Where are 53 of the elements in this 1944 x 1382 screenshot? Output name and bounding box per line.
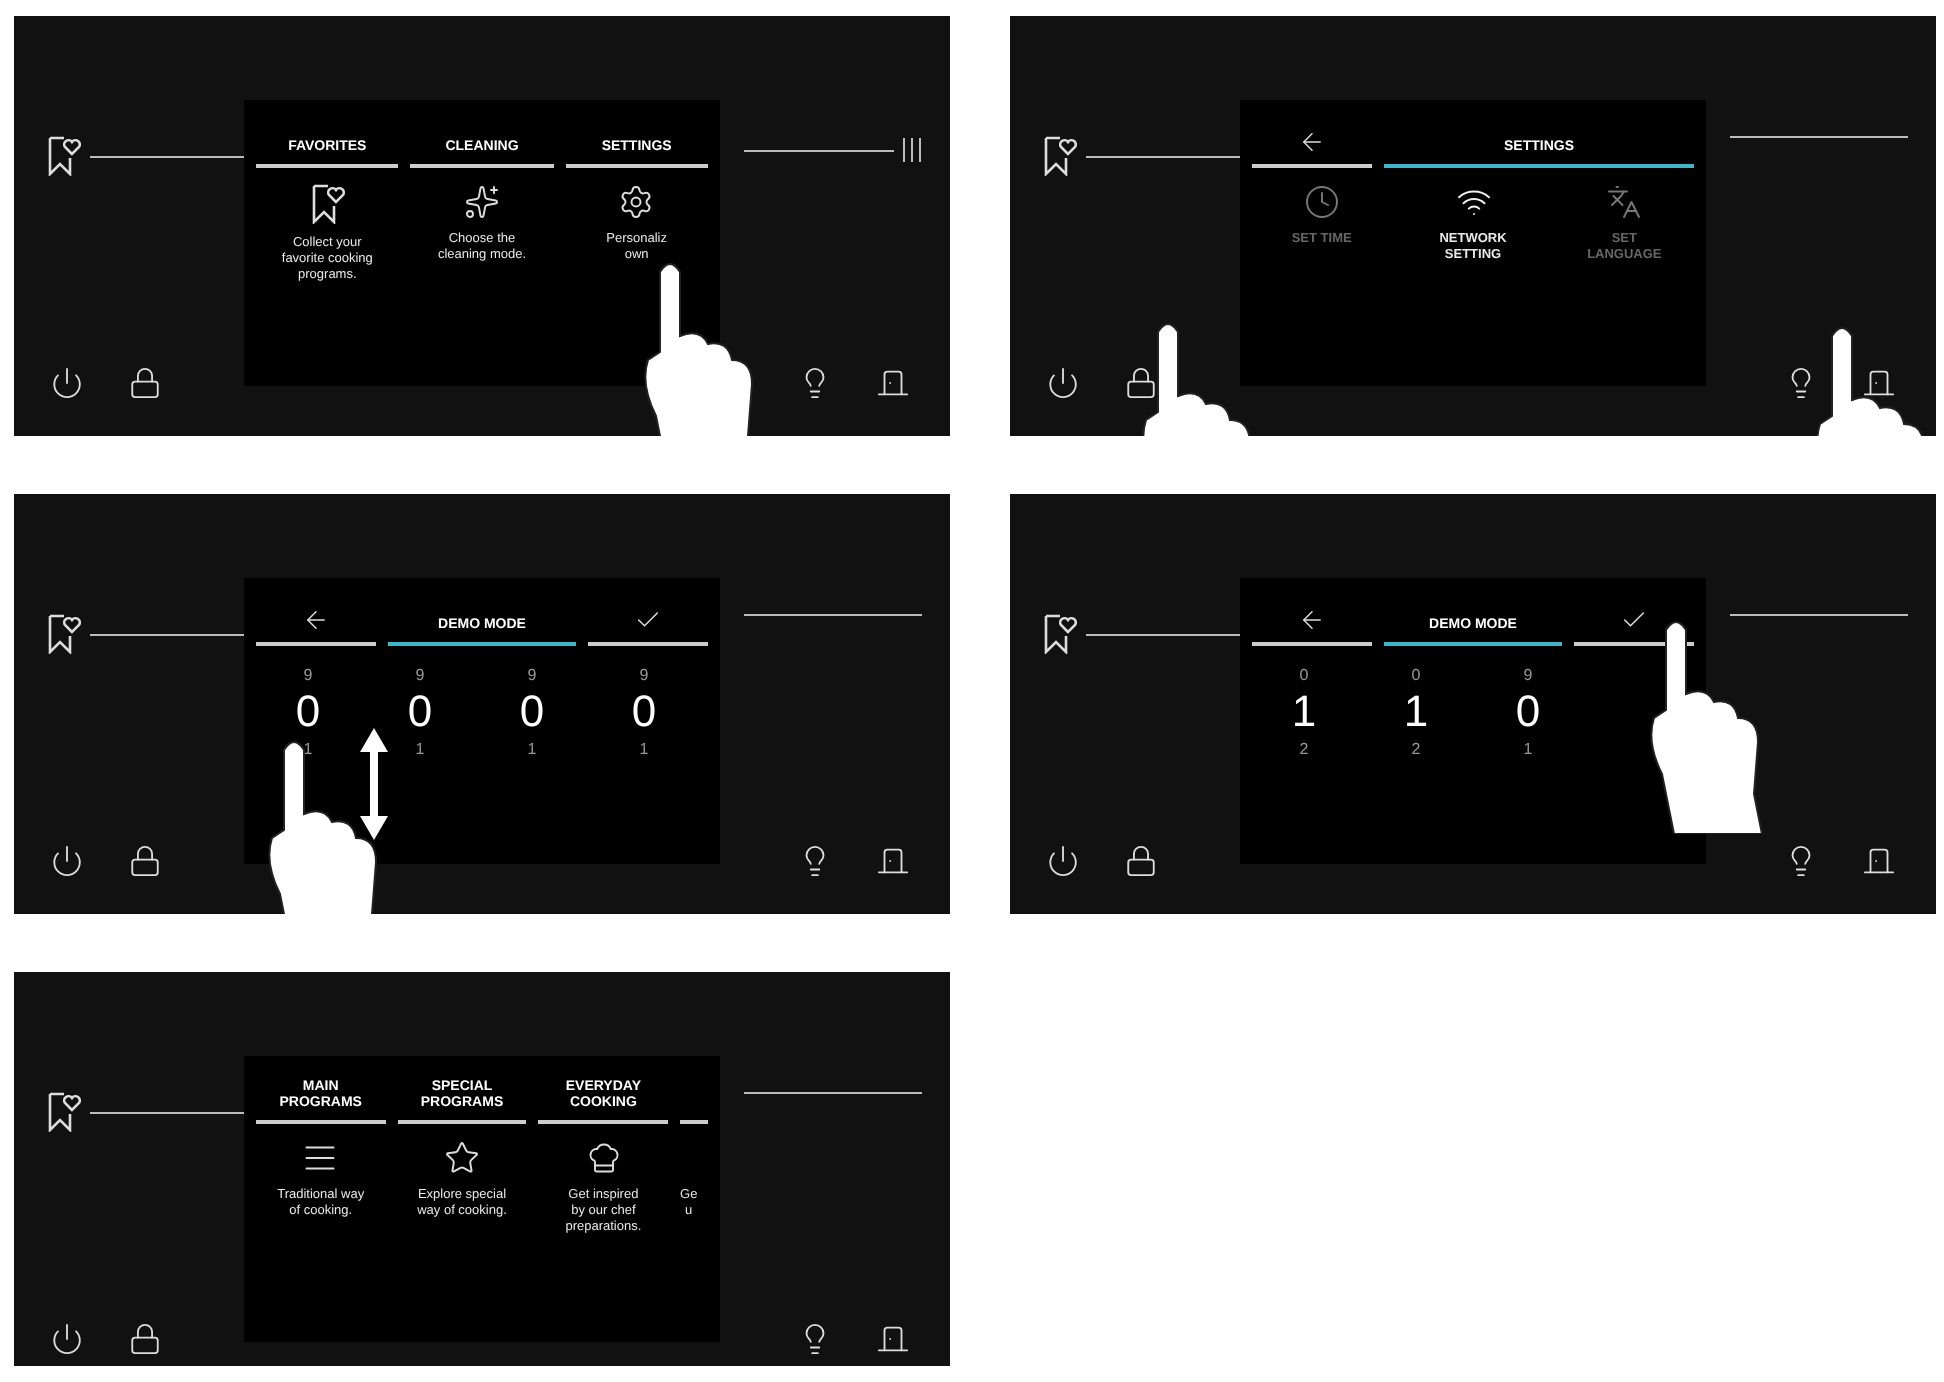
door-icon[interactable] bbox=[876, 1322, 910, 1356]
power-icon[interactable] bbox=[50, 1322, 84, 1356]
digit-below: 1 bbox=[527, 740, 537, 758]
digit-above: 0 bbox=[1299, 666, 1309, 684]
scroll-marks-icon bbox=[902, 136, 922, 164]
power-icon[interactable] bbox=[1046, 366, 1080, 400]
chef-hat-icon bbox=[585, 1140, 622, 1176]
digit-value[interactable]: 0 bbox=[1515, 690, 1541, 734]
digit-above: 9 bbox=[1523, 666, 1533, 684]
door-icon[interactable] bbox=[876, 844, 910, 878]
digit-below: 2 bbox=[1411, 740, 1421, 758]
digit-above: 9 bbox=[303, 666, 313, 684]
clock-icon bbox=[1303, 184, 1340, 220]
power-icon[interactable] bbox=[1046, 844, 1080, 878]
settings-icon bbox=[618, 184, 655, 220]
digit-below: 1 bbox=[303, 740, 313, 758]
lock-icon[interactable] bbox=[128, 366, 162, 400]
lock-icon[interactable] bbox=[1124, 844, 1158, 878]
digit-below: 1 bbox=[415, 740, 425, 758]
back-arrow-icon[interactable] bbox=[1298, 128, 1326, 156]
lock-icon[interactable] bbox=[128, 1322, 162, 1356]
bookmark-heart-icon[interactable] bbox=[1042, 136, 1078, 176]
door-icon[interactable] bbox=[1862, 366, 1896, 400]
star-icon bbox=[444, 1140, 480, 1176]
digit-above: 9 bbox=[527, 666, 537, 684]
bookmark-heart-icon[interactable] bbox=[46, 136, 82, 176]
digit-above: 9 bbox=[415, 666, 425, 684]
digit-above: 0 bbox=[1411, 666, 1421, 684]
up-down-arrow-icon bbox=[358, 724, 390, 844]
lock-icon[interactable] bbox=[128, 844, 162, 878]
door-icon[interactable] bbox=[876, 366, 910, 400]
digit-below: 1 bbox=[1523, 740, 1533, 758]
bookmark-heart-icon[interactable] bbox=[1042, 614, 1078, 654]
door-icon[interactable] bbox=[1862, 844, 1896, 878]
digit-value[interactable]: 1 bbox=[1403, 690, 1429, 734]
bookmark-heart-icon[interactable] bbox=[46, 614, 82, 654]
digit-below: 2 bbox=[1299, 740, 1309, 758]
digit-value[interactable]: 0 bbox=[295, 690, 321, 734]
digit-value[interactable]: 0 bbox=[407, 690, 433, 734]
digit-value[interactable]: 0 bbox=[519, 690, 545, 734]
sparkles-icon bbox=[463, 184, 500, 220]
bookmark-heart-icon[interactable] bbox=[309, 184, 346, 224]
digit-value[interactable]: 1 bbox=[1291, 690, 1317, 734]
digit-above: 9 bbox=[639, 666, 649, 684]
bookmark-heart-icon[interactable] bbox=[46, 1092, 82, 1132]
language-icon bbox=[1606, 184, 1643, 220]
back-arrow-icon[interactable] bbox=[1298, 606, 1326, 634]
digit-below: 1 bbox=[639, 740, 649, 758]
back-arrow-icon[interactable] bbox=[302, 606, 330, 634]
digit-value[interactable]: 0 bbox=[631, 690, 657, 734]
power-icon[interactable] bbox=[50, 366, 84, 400]
lock-icon[interactable] bbox=[1124, 366, 1158, 400]
power-icon[interactable] bbox=[50, 844, 84, 878]
